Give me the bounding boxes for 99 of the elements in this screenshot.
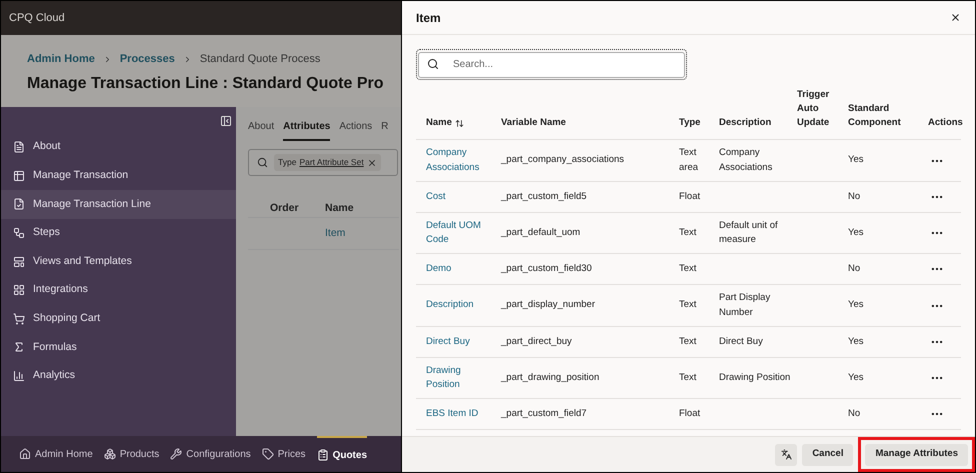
sidebar-item[interactable]: Steps	[1, 218, 236, 248]
column-header: Standard Component	[848, 102, 902, 130]
nav-item[interactable]: Products	[104, 436, 160, 472]
table-cell: Text	[679, 299, 696, 310]
sidebar-item[interactable]: Integrations	[1, 276, 236, 305]
column-header: Actions	[927, 116, 963, 130]
breadcrumb[interactable]: Admin Home	[27, 51, 95, 68]
search-icon	[427, 58, 439, 70]
nav-item[interactable]: Admin Home	[19, 436, 93, 472]
sidebar-item[interactable]: Analytics	[1, 362, 236, 390]
cart-icon	[13, 312, 25, 325]
table-cell: Default unit of measure	[719, 220, 778, 245]
tab[interactable]: R	[381, 119, 388, 141]
table-cell: No	[848, 408, 860, 420]
table-cell: Yes	[848, 154, 864, 166]
table-cell: Company Associations	[719, 147, 772, 172]
nav-item[interactable]: Configurations	[170, 436, 251, 472]
table-cell: Float	[679, 190, 700, 202]
attribute-link[interactable]: Drawing Position	[426, 364, 501, 392]
table-cell-text: _part_drawing_position	[501, 370, 600, 385]
column-header[interactable]: Name	[426, 116, 452, 130]
attribute-link[interactable]: Company Associations	[426, 146, 501, 175]
flow-icon	[13, 227, 25, 240]
sidebar-item[interactable]: Views and Templates	[1, 247, 236, 276]
collapse-icon[interactable]	[220, 115, 232, 127]
document-check-icon	[13, 198, 25, 210]
chip-label: Type	[278, 156, 296, 169]
sidebar-item[interactable]: Manage Transaction	[1, 162, 236, 190]
tab[interactable]: About	[248, 119, 274, 141]
attribute-link[interactable]: Direct Buy	[426, 334, 501, 349]
table-cell: Text	[679, 226, 696, 238]
table-cell-text: _part_default_uom	[501, 226, 582, 240]
sidebar-item[interactable]: Formulas	[1, 333, 236, 362]
table-cell: Text area	[679, 147, 698, 172]
nav-item[interactable]: Quotes	[316, 436, 368, 472]
home-icon	[19, 448, 31, 460]
attribute-link[interactable]: Description	[426, 298, 501, 313]
table-cell: Yes	[848, 226, 864, 238]
sidebar-item[interactable]: Manage Transaction Line	[1, 190, 236, 219]
nav-item[interactable]: Prices	[262, 436, 306, 472]
column-header: Description	[719, 116, 772, 130]
attribute-link[interactable]: Default UOM Code	[426, 218, 501, 248]
table-cell: No	[848, 190, 860, 202]
table-cell: No	[848, 263, 860, 274]
wrench-icon	[170, 448, 182, 460]
dialog-title: Item	[416, 10, 441, 26]
table-cell: Text	[679, 336, 696, 347]
column-header: Name	[325, 200, 354, 216]
filter-field[interactable]: Type Part Attribute Set	[248, 149, 398, 176]
grid-icon	[13, 284, 25, 296]
clipboard-icon	[316, 449, 329, 461]
table-icon	[13, 170, 25, 182]
cancel-button[interactable]: Cancel	[802, 444, 854, 466]
table-cell-text: _part_custom_field7	[501, 407, 588, 422]
app-title: CPQ Cloud	[9, 10, 65, 26]
item-link[interactable]: Item	[325, 226, 346, 242]
column-header: Trigger Auto Update	[797, 88, 830, 130]
search-field[interactable]: Search...	[418, 52, 685, 78]
sort-icon[interactable]	[454, 118, 464, 128]
breadcrumb[interactable]: Processes	[120, 51, 175, 68]
table-cell-text: _part_display_number	[501, 298, 596, 312]
table-cell: Text	[679, 263, 696, 274]
filter-chip[interactable]: Type Part Attribute Set	[274, 154, 381, 171]
chart-icon	[13, 370, 25, 382]
table-cell: Text	[679, 372, 696, 383]
attribute-link[interactable]: Demo	[426, 262, 501, 276]
table-cell: Yes	[848, 372, 864, 383]
column-header: Type	[679, 116, 702, 130]
translate-button[interactable]	[775, 444, 798, 466]
column-header: Variable Name	[501, 116, 567, 130]
document-icon	[13, 141, 25, 154]
table-cell: Float	[679, 408, 700, 420]
chip-value: Part Attribute Set	[299, 156, 364, 169]
search-icon	[257, 157, 268, 168]
tab[interactable]: Actions	[339, 119, 372, 141]
table-cell: Yes	[848, 336, 864, 347]
table-cell-text: _part_direct_buy	[501, 334, 573, 349]
attribute-link[interactable]: EBS Item ID	[426, 407, 501, 422]
page-title: Manage Transaction Line : Standard Quote Pro	[27, 74, 384, 94]
sidebar-item[interactable]: Shopping Cart	[1, 304, 236, 334]
translate-icon	[780, 449, 792, 460]
boxes-icon	[104, 448, 116, 460]
table-cell-text: _part_custom_field30	[501, 262, 593, 276]
breadcrumb: Standard Quote Process	[200, 52, 320, 67]
table-cell: Drawing Position	[719, 372, 790, 383]
template-icon	[13, 256, 25, 268]
table-cell-text: _part_company_associations	[501, 153, 626, 168]
manage-attributes-button[interactable]: Manage Attributes	[865, 444, 968, 466]
table-cell: Yes	[848, 299, 864, 310]
attribute-link[interactable]: Cost	[426, 190, 501, 204]
tab[interactable]: Attributes	[283, 119, 330, 141]
sidebar-item[interactable]: About	[1, 133, 236, 162]
close-icon[interactable]	[950, 12, 961, 23]
table-cell: Part Display Number	[719, 292, 770, 318]
table-cell-text: _part_custom_field5	[501, 190, 588, 204]
tag-icon	[262, 448, 274, 460]
table-cell: Direct Buy	[719, 336, 763, 347]
sigma-icon	[13, 341, 25, 354]
column-header: Order	[269, 200, 300, 216]
